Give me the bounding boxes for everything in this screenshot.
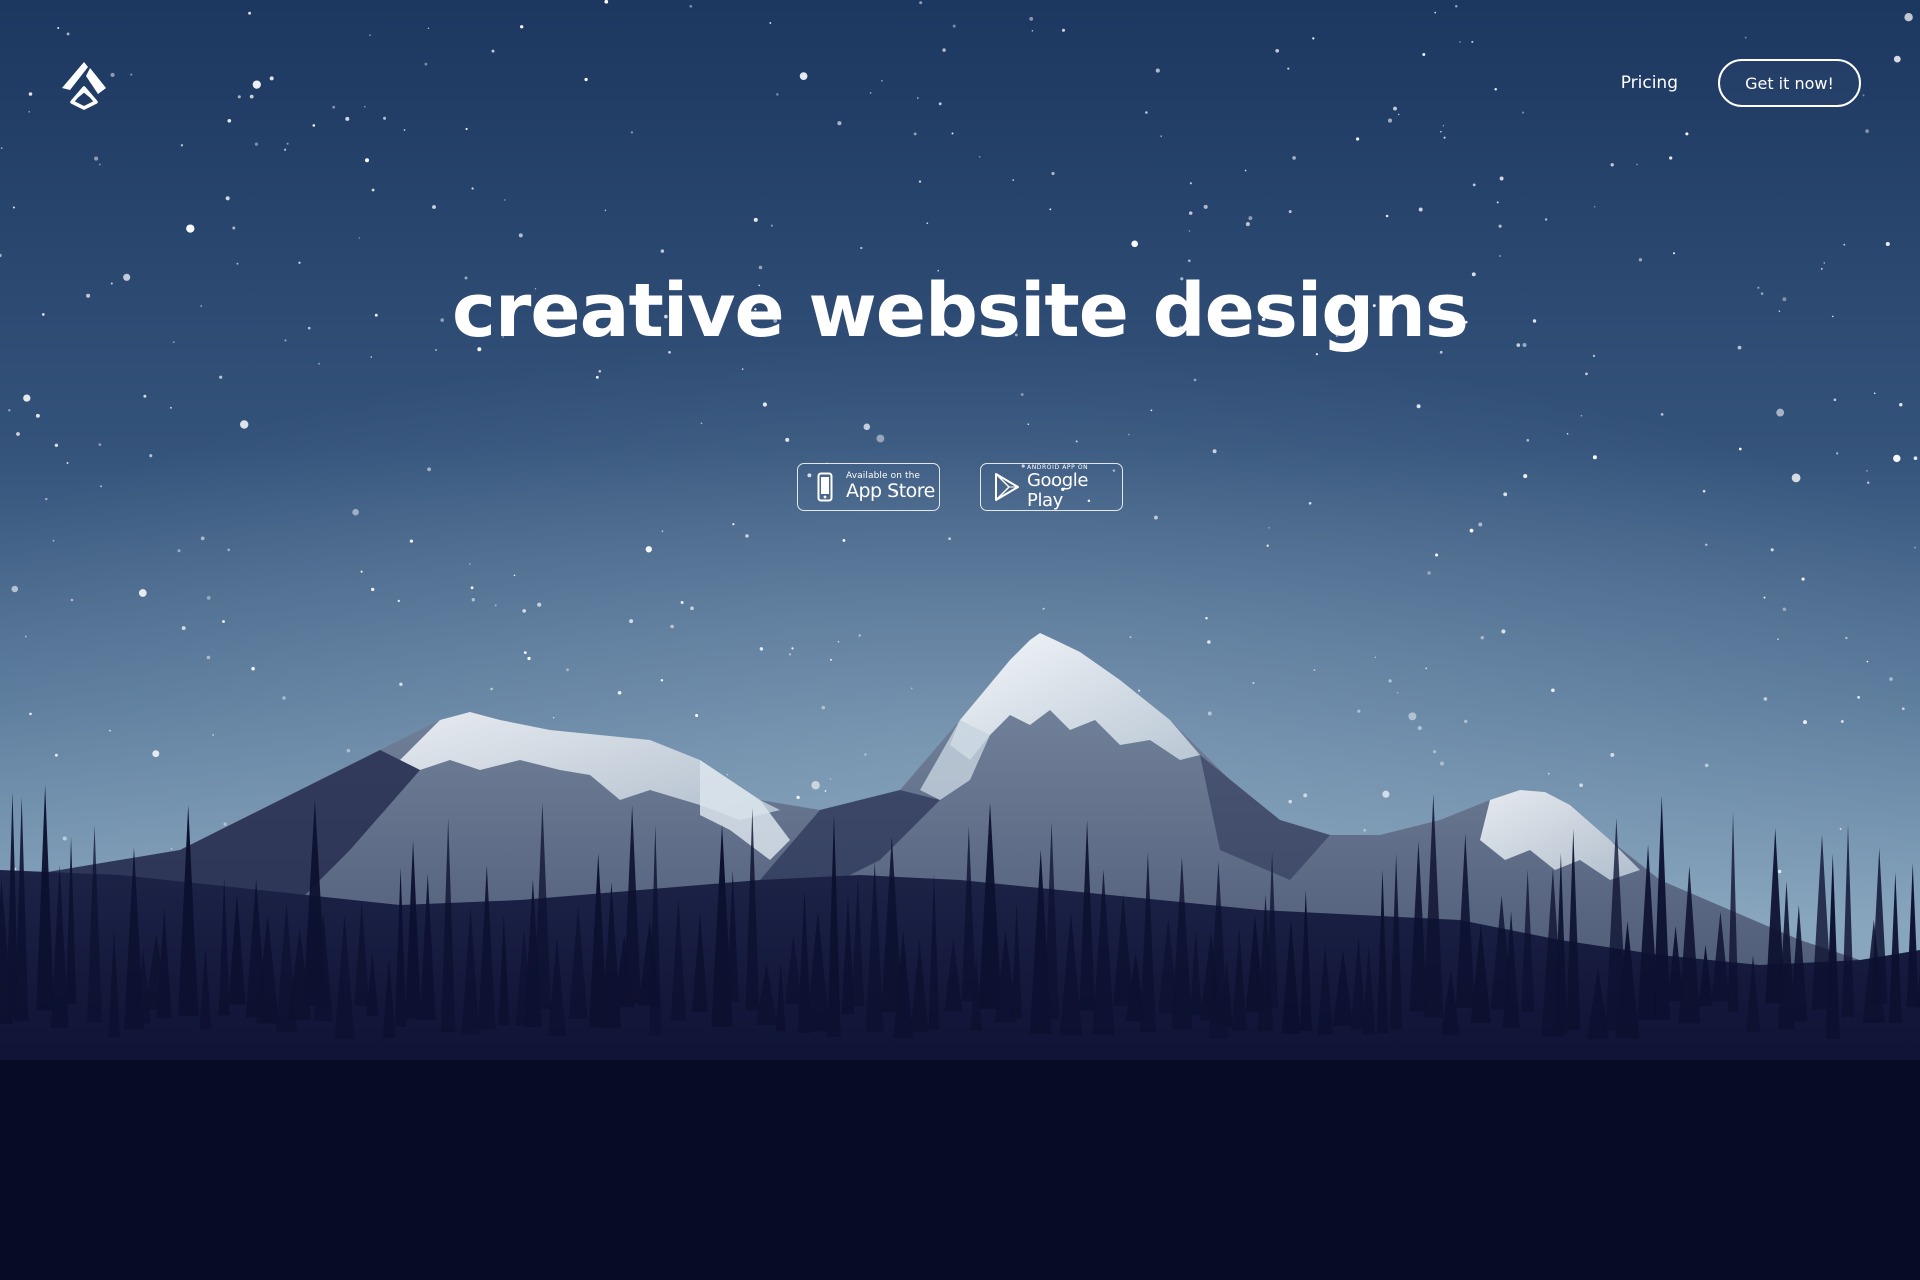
top-nav: Pricing Get it now! [1621, 59, 1861, 107]
landing-page: Pricing Get it now! creative website des… [0, 0, 1920, 1280]
brand-logo-icon[interactable] [58, 58, 110, 110]
google-play-button[interactable]: ANDROID APP ON Google Play [980, 463, 1123, 511]
store-buttons: Available on the App Store ANDROID APP O… [797, 463, 1123, 511]
hero-title: creative website designs [452, 268, 1469, 354]
google-play-large-text: Google Play [1027, 469, 1089, 511]
phone-icon [810, 469, 840, 505]
app-store-large-text: App Store [846, 480, 935, 502]
nav-pricing-link[interactable]: Pricing [1621, 73, 1678, 93]
get-it-now-button[interactable]: Get it now! [1718, 59, 1861, 107]
app-store-button[interactable]: Available on the App Store [797, 463, 940, 511]
mountain-night-background [0, 0, 1920, 1280]
play-triangle-icon [993, 469, 1021, 505]
